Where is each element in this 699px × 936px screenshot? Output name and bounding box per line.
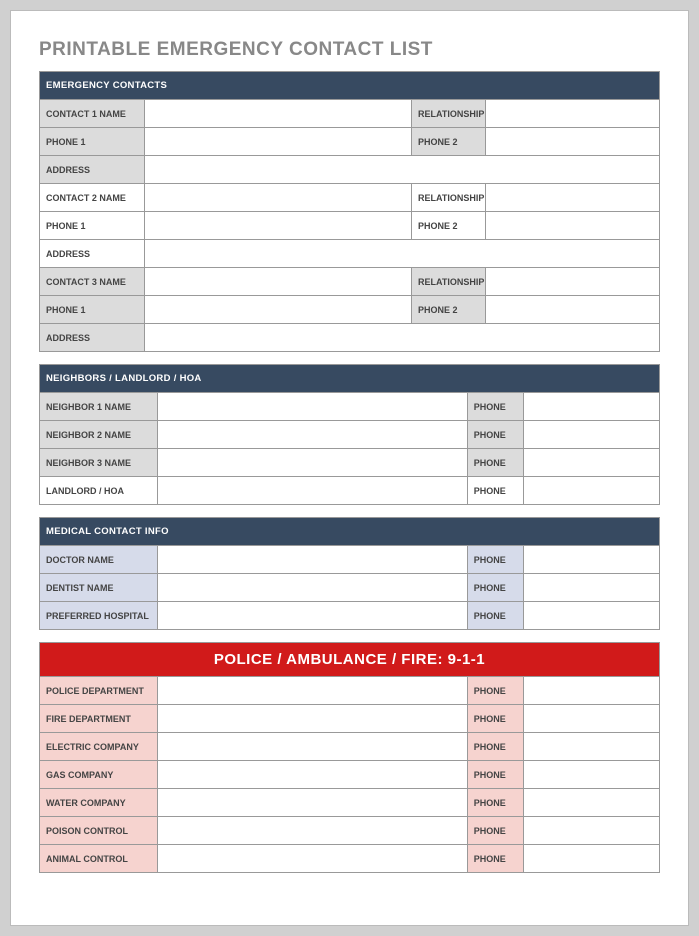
contact3-relationship-label: RELATIONSHIP (411, 268, 485, 296)
contact1-name-label: CONTACT 1 NAME (40, 100, 145, 128)
neighbor2-phone-field[interactable] (523, 421, 659, 449)
contact1-address-field[interactable] (145, 156, 660, 184)
hospital-phone-label: PHONE (467, 602, 523, 630)
electric-label: ELECTRIC COMPANY (40, 733, 158, 761)
contact3-address-label: ADDRESS (40, 324, 145, 352)
contact2-phone2-field[interactable] (486, 212, 660, 240)
landlord-phone-label: PHONE (467, 477, 523, 505)
medical-table: MEDICAL CONTACT INFO DOCTOR NAME PHONE D… (39, 517, 660, 630)
doctor-phone-field[interactable] (523, 546, 659, 574)
contact1-address-label: ADDRESS (40, 156, 145, 184)
page-title: PRINTABLE EMERGENCY CONTACT LIST (39, 39, 660, 61)
landlord-phone-field[interactable] (523, 477, 659, 505)
contact2-phone1-field[interactable] (145, 212, 412, 240)
landlord-label: LANDLORD / HOA (40, 477, 158, 505)
contact3-name-label: CONTACT 3 NAME (40, 268, 145, 296)
neighbor2-name-field[interactable] (157, 421, 467, 449)
contact1-relationship-field[interactable] (486, 100, 660, 128)
contact3-phone2-field[interactable] (486, 296, 660, 324)
electric-phone-label: PHONE (467, 733, 523, 761)
contact1-phone1-label: PHONE 1 (40, 128, 145, 156)
contact2-phone1-label: PHONE 1 (40, 212, 145, 240)
contact2-address-label: ADDRESS (40, 240, 145, 268)
poison-phone-field[interactable] (523, 817, 659, 845)
neighbor3-name-field[interactable] (157, 449, 467, 477)
gas-phone-field[interactable] (523, 761, 659, 789)
neighbor3-phone-label: PHONE (467, 449, 523, 477)
landlord-name-field[interactable] (157, 477, 467, 505)
dentist-phone-field[interactable] (523, 574, 659, 602)
neighbor2-phone-label: PHONE (467, 421, 523, 449)
water-label: WATER COMPANY (40, 789, 158, 817)
police-phone-field[interactable] (523, 677, 659, 705)
dentist-label: DENTIST NAME (40, 574, 158, 602)
doctor-phone-label: PHONE (467, 546, 523, 574)
doctor-name-field[interactable] (157, 546, 467, 574)
document-page: PRINTABLE EMERGENCY CONTACT LIST EMERGEN… (10, 10, 689, 926)
animal-name-field[interactable] (157, 845, 467, 873)
doctor-label: DOCTOR NAME (40, 546, 158, 574)
animal-phone-field[interactable] (523, 845, 659, 873)
contact1-relationship-label: RELATIONSHIP (411, 100, 485, 128)
neighbor1-label: NEIGHBOR 1 NAME (40, 393, 158, 421)
police-name-field[interactable] (157, 677, 467, 705)
water-name-field[interactable] (157, 789, 467, 817)
neighbor2-label: NEIGHBOR 2 NAME (40, 421, 158, 449)
fire-phone-field[interactable] (523, 705, 659, 733)
section-header-medical: MEDICAL CONTACT INFO (40, 518, 660, 546)
contact2-name-field[interactable] (145, 184, 412, 212)
electric-phone-field[interactable] (523, 733, 659, 761)
poison-name-field[interactable] (157, 817, 467, 845)
poison-phone-label: PHONE (467, 817, 523, 845)
neighbor3-label: NEIGHBOR 3 NAME (40, 449, 158, 477)
contact1-phone2-label: PHONE 2 (411, 128, 485, 156)
contact3-relationship-field[interactable] (486, 268, 660, 296)
section-header-emergency: EMERGENCY CONTACTS (40, 72, 660, 100)
contact3-name-field[interactable] (145, 268, 412, 296)
contact2-name-label: CONTACT 2 NAME (40, 184, 145, 212)
section-header-services: POLICE / AMBULANCE / FIRE: 9-1-1 (40, 643, 660, 677)
fire-phone-label: PHONE (467, 705, 523, 733)
police-label: POLICE DEPARTMENT (40, 677, 158, 705)
contact1-phone2-field[interactable] (486, 128, 660, 156)
fire-name-field[interactable] (157, 705, 467, 733)
dentist-name-field[interactable] (157, 574, 467, 602)
contact1-name-field[interactable] (145, 100, 412, 128)
animal-phone-label: PHONE (467, 845, 523, 873)
services-table: POLICE / AMBULANCE / FIRE: 9-1-1 POLICE … (39, 642, 660, 873)
neighbor1-name-field[interactable] (157, 393, 467, 421)
water-phone-field[interactable] (523, 789, 659, 817)
neighbor1-phone-label: PHONE (467, 393, 523, 421)
animal-label: ANIMAL CONTROL (40, 845, 158, 873)
contact3-phone1-field[interactable] (145, 296, 412, 324)
poison-label: POISON CONTROL (40, 817, 158, 845)
neighbor1-phone-field[interactable] (523, 393, 659, 421)
gas-label: GAS COMPANY (40, 761, 158, 789)
section-header-neighbors: NEIGHBORS / LANDLORD / HOA (40, 365, 660, 393)
hospital-label: PREFERRED HOSPITAL (40, 602, 158, 630)
contact2-relationship-label: RELATIONSHIP (411, 184, 485, 212)
contact2-relationship-field[interactable] (486, 184, 660, 212)
gas-name-field[interactable] (157, 761, 467, 789)
contact2-address-field[interactable] (145, 240, 660, 268)
contact3-phone2-label: PHONE 2 (411, 296, 485, 324)
police-phone-label: PHONE (467, 677, 523, 705)
contact3-phone1-label: PHONE 1 (40, 296, 145, 324)
neighbor3-phone-field[interactable] (523, 449, 659, 477)
water-phone-label: PHONE (467, 789, 523, 817)
emergency-contacts-table: EMERGENCY CONTACTS CONTACT 1 NAME RELATI… (39, 71, 660, 352)
fire-label: FIRE DEPARTMENT (40, 705, 158, 733)
gas-phone-label: PHONE (467, 761, 523, 789)
hospital-phone-field[interactable] (523, 602, 659, 630)
contact1-phone1-field[interactable] (145, 128, 412, 156)
electric-name-field[interactable] (157, 733, 467, 761)
hospital-name-field[interactable] (157, 602, 467, 630)
dentist-phone-label: PHONE (467, 574, 523, 602)
contact2-phone2-label: PHONE 2 (411, 212, 485, 240)
contact3-address-field[interactable] (145, 324, 660, 352)
neighbors-table: NEIGHBORS / LANDLORD / HOA NEIGHBOR 1 NA… (39, 364, 660, 505)
